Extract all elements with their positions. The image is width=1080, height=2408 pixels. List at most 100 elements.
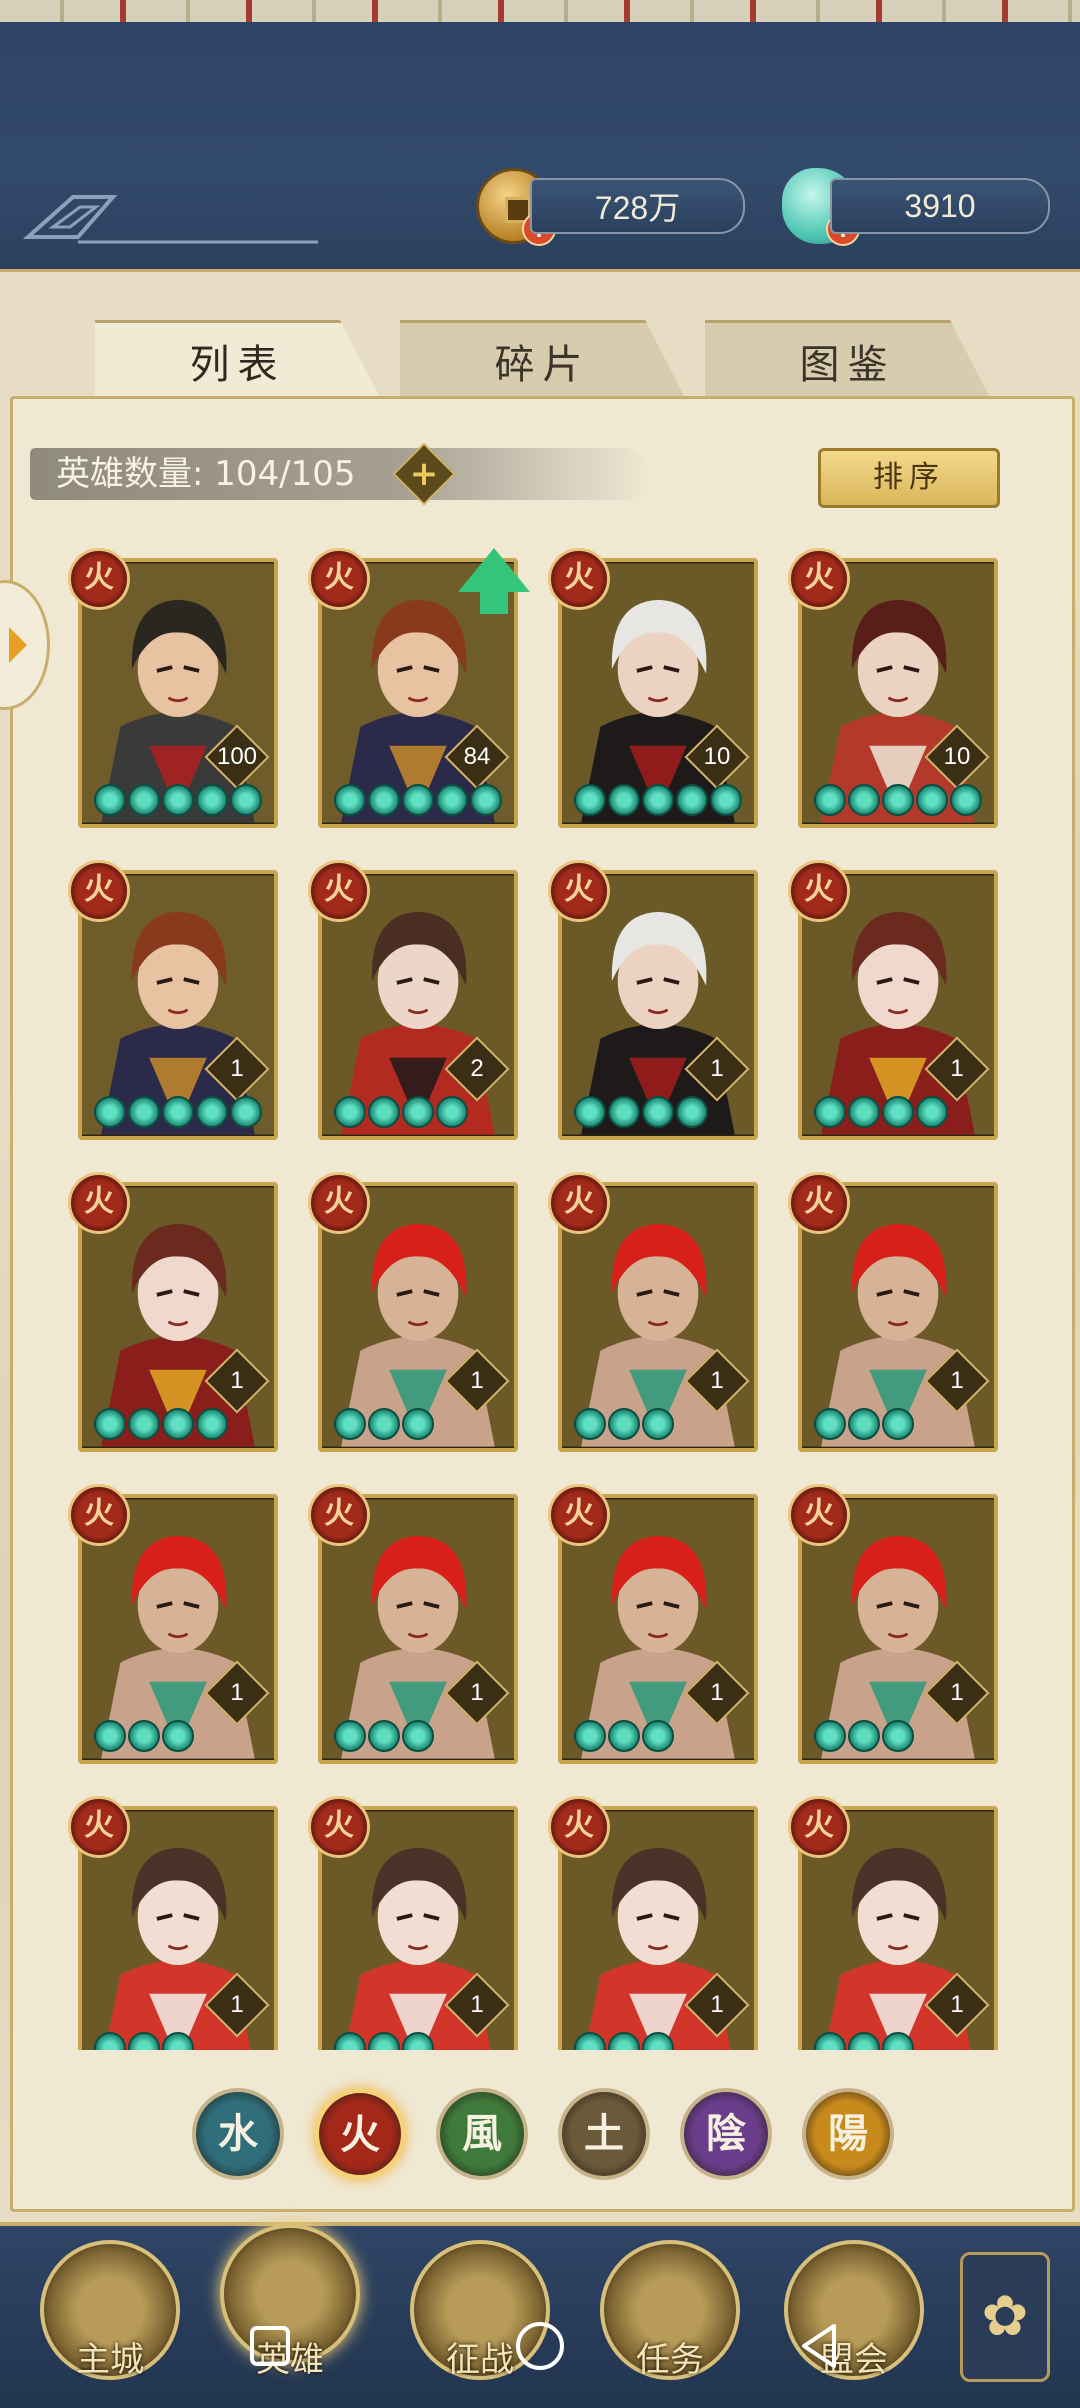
- jade-star-icon: [368, 1720, 400, 1752]
- jade-star-icon: [848, 1720, 880, 1752]
- hero-star-rating: [94, 2032, 194, 2050]
- jade-star-icon: [402, 784, 434, 816]
- jade-star-icon: [94, 1096, 126, 1128]
- jade-star-icon: [196, 784, 228, 816]
- home-icon[interactable]: [510, 2316, 570, 2376]
- upgrade-available-arrow-icon: [458, 548, 530, 614]
- hero-level: 1: [470, 1679, 484, 1706]
- jade-star-icon: [676, 784, 708, 816]
- tab-codex[interactable]: 图鉴: [705, 320, 990, 398]
- filter-fire-button[interactable]: 火: [314, 2088, 406, 2180]
- jade-star-icon: [162, 2032, 194, 2050]
- hero-level: 1: [230, 1055, 244, 1082]
- jade-star-icon: [574, 1096, 606, 1128]
- hero-tabs: 列表 碎片 图鉴: [95, 320, 990, 398]
- fire-element-icon: 火: [548, 548, 610, 610]
- fire-element-icon: 火: [308, 1484, 370, 1546]
- jade-star-icon: [368, 784, 400, 816]
- more-menu-button[interactable]: ✿: [960, 2252, 1050, 2382]
- jade-star-icon: [94, 1408, 126, 1440]
- hero-star-rating: [814, 1408, 914, 1440]
- jade-star-icon: [162, 1096, 194, 1128]
- fire-element-icon: 火: [548, 860, 610, 922]
- sort-button[interactable]: 排序: [818, 448, 1000, 508]
- cloud-pattern-decoration: [22, 195, 318, 244]
- jade-star-icon: [128, 1096, 160, 1128]
- flower-icon: ✿: [981, 2284, 1029, 2349]
- hero-star-rating: [94, 784, 262, 816]
- jade-star-icon: [814, 1096, 846, 1128]
- hero-level: 10: [703, 743, 731, 770]
- hero-star-rating: [574, 1720, 674, 1752]
- jade-star-icon: [368, 2032, 400, 2050]
- hero-star-rating: [814, 1096, 948, 1128]
- fire-element-icon: 火: [68, 1484, 130, 1546]
- jade-star-icon: [916, 1096, 948, 1128]
- jade-star-icon: [848, 2032, 880, 2050]
- jade-star-icon: [608, 784, 640, 816]
- hero-star-rating: [814, 1720, 914, 1752]
- jade-star-icon: [402, 1096, 434, 1128]
- back-icon[interactable]: [790, 2316, 850, 2376]
- tab-list[interactable]: 列表: [95, 320, 380, 398]
- hero-level: 1: [230, 1367, 244, 1394]
- jade-star-icon: [334, 784, 366, 816]
- jade-star-icon: [334, 1720, 366, 1752]
- hero-level: 1: [470, 1991, 484, 2018]
- nav-label-main-city: 主城: [76, 2340, 144, 2380]
- coins-amount: 728万: [530, 178, 745, 234]
- jade-star-icon: [162, 784, 194, 816]
- jade-star-icon: [334, 1408, 366, 1440]
- jade-star-icon: [608, 1408, 640, 1440]
- filter-earth-button[interactable]: 土: [558, 2088, 650, 2180]
- fire-element-icon: 火: [308, 1796, 370, 1858]
- jade-star-icon: [230, 784, 262, 816]
- jade-star-icon: [882, 2032, 914, 2050]
- jade-star-icon: [402, 1720, 434, 1752]
- jade-star-icon: [470, 784, 502, 816]
- jade-amount: 3910: [830, 178, 1050, 234]
- jade-star-icon: [128, 1408, 160, 1440]
- hero-level: 1: [710, 1367, 724, 1394]
- fire-element-icon: 火: [788, 548, 850, 610]
- top-banner-strip: [0, 0, 1080, 22]
- jade-star-icon: [436, 784, 468, 816]
- fire-element-icon: 火: [548, 1484, 610, 1546]
- fire-element-icon: 火: [788, 1796, 850, 1858]
- jade-star-icon: [642, 1720, 674, 1752]
- plus-icon: +: [409, 454, 439, 494]
- jade-star-icon: [334, 2032, 366, 2050]
- hero-star-rating: [334, 2032, 434, 2050]
- jade-star-icon: [642, 1408, 674, 1440]
- hero-level: 100: [216, 743, 258, 770]
- hero-star-rating: [574, 2032, 674, 2050]
- jade-star-icon: [128, 784, 160, 816]
- hero-star-rating: [574, 1096, 708, 1128]
- hero-level: 1: [710, 1055, 724, 1082]
- filter-wind-button[interactable]: 風: [436, 2088, 528, 2180]
- filter-water-button[interactable]: 水: [192, 2088, 284, 2180]
- jade-star-icon: [882, 1720, 914, 1752]
- jade-star-icon: [882, 1408, 914, 1440]
- jade-star-icon: [196, 1408, 228, 1440]
- fire-element-icon: 火: [788, 1484, 850, 1546]
- tab-fragments[interactable]: 碎片: [400, 320, 685, 398]
- hero-level: 84: [463, 743, 491, 770]
- fire-element-icon: 火: [548, 1796, 610, 1858]
- hero-level: 10: [943, 743, 971, 770]
- hero-star-rating: [574, 1408, 674, 1440]
- recent-apps-icon[interactable]: [240, 2316, 300, 2376]
- hero-count: 英雄数量: 104/105: [30, 448, 650, 500]
- fire-element-icon: 火: [308, 1172, 370, 1234]
- hero-star-rating: [94, 1096, 262, 1128]
- hero-star-rating: [94, 1408, 228, 1440]
- jade-star-icon: [814, 2032, 846, 2050]
- jade-star-icon: [608, 1096, 640, 1128]
- jade-star-icon: [642, 1096, 674, 1128]
- fire-element-icon: 火: [788, 1172, 850, 1234]
- filter-yang-button[interactable]: 陽: [802, 2088, 894, 2180]
- jade-star-icon: [128, 2032, 160, 2050]
- jade-star-icon: [230, 1096, 262, 1128]
- jade-star-icon: [642, 2032, 674, 2050]
- filter-yin-button[interactable]: 陰: [680, 2088, 772, 2180]
